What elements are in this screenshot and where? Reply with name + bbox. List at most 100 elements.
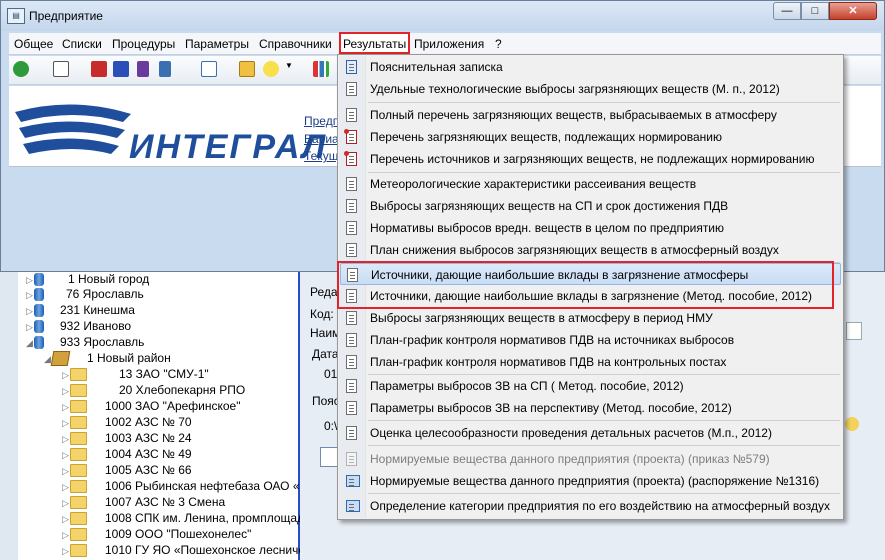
document-icon xyxy=(346,355,357,369)
menu-item-meteorological[interactable]: Метеорологические характеристики рассеив… xyxy=(340,173,841,195)
tree-node[interactable]: ▷ 1008 СПК им. Ленина, промплощад xyxy=(62,511,304,526)
tree-node[interactable]: ▷ 1005 АЗС № 66 xyxy=(62,463,192,478)
menu-item-emission-norms[interactable]: Нормативы выбросов вредн. веществ в цело… xyxy=(340,217,841,239)
document-icon xyxy=(346,426,357,440)
menu-item-reduction-plan[interactable]: План снижения выбросов загрязняющих веще… xyxy=(340,239,841,261)
house-icon[interactable] xyxy=(113,61,129,77)
menu-help[interactable]: ? xyxy=(495,37,502,51)
word-icon xyxy=(346,60,357,74)
menu-separator xyxy=(368,102,840,103)
menu-lists[interactable]: Списки xyxy=(62,37,102,51)
document-red-icon xyxy=(344,151,357,166)
tree-node[interactable]: ◢ 933 Ярославль xyxy=(26,335,144,350)
menu-references[interactable]: Справочники xyxy=(259,37,332,51)
tree-node[interactable]: ▷ 1010 ГУ ЯО «Пошехонское лесниче xyxy=(62,543,305,558)
menu-results[interactable]: Результаты xyxy=(339,32,411,54)
folder-icon xyxy=(70,416,87,430)
tree-node[interactable]: ▷ 1002 АЗС № 70 xyxy=(62,415,192,430)
menu-general[interactable]: Общее xyxy=(14,37,53,51)
logo-swoosh-icon xyxy=(15,104,131,154)
menu-item-detailed-calc-assessment[interactable]: Оценка целесообразности проведения детал… xyxy=(340,422,841,444)
database-icon xyxy=(34,304,44,318)
tree-panel: ▷ 1 Новый город ▷ 76 Ярославль ▷ 231 Кинешм… xyxy=(18,272,306,560)
path-value: 0:\ xyxy=(324,419,338,433)
folder-icon xyxy=(70,384,87,398)
edit-label: Реда xyxy=(310,285,338,299)
window-icon[interactable] xyxy=(239,61,255,77)
menu-item-params-future[interactable]: Параметры выбросов ЗВ на перспективу (Ме… xyxy=(340,397,841,419)
tree-node[interactable]: ▷ 1006 Рыбинская нефтебаза ОАО «Г xyxy=(62,479,306,494)
document-icon xyxy=(346,379,357,393)
name-label: Наим xyxy=(310,326,341,340)
menu-item-emissions-sp[interactable]: Выбросы загрязняющих веществ на СП и сро… xyxy=(340,195,841,217)
app-icon: ▤ xyxy=(7,8,25,24)
people-icon[interactable] xyxy=(845,417,859,431)
menu-bar: Общее Списки Процедуры Параметры Справоч… xyxy=(9,32,881,55)
chevron-down-icon[interactable]: ▼ xyxy=(285,61,293,77)
tree-node[interactable]: ◢ 1 Новый район xyxy=(44,351,171,367)
database-icon xyxy=(34,320,44,334)
lightbulb-icon[interactable] xyxy=(263,61,279,77)
folder-icon xyxy=(70,480,87,494)
menu-item-specific-emissions[interactable]: Удельные технологические выбросы загрязн… xyxy=(340,78,841,100)
menu-procedures[interactable]: Процедуры xyxy=(112,37,175,51)
menu-item-nmu-emissions[interactable]: Выбросы загрязняющих веществ в атмосферу… xyxy=(340,307,841,329)
tree-node[interactable]: ▷ 932 Иваново xyxy=(26,319,131,334)
document-icon xyxy=(346,333,357,347)
note-label: Пояс xyxy=(312,394,340,408)
district-icon xyxy=(50,351,71,367)
tree-node[interactable]: ▷ 1009 ООО "Пошехонелес" xyxy=(62,527,251,542)
document-icon xyxy=(346,452,357,466)
tree-node[interactable]: ▷ 1007 АЗС № 3 Смена xyxy=(62,495,225,510)
folder-icon xyxy=(70,368,87,382)
tree-node[interactable]: ▷ 1004 АЗС № 49 xyxy=(62,447,192,462)
window-title: Предприятие xyxy=(29,9,103,23)
close-button[interactable]: ✕ xyxy=(829,2,877,20)
clock-icon[interactable] xyxy=(53,61,69,77)
banner-link-current[interactable]: Текущ xyxy=(304,149,339,163)
code-label: Код: xyxy=(310,307,334,321)
back-icon[interactable] xyxy=(13,61,29,77)
tree-icon[interactable] xyxy=(201,61,217,77)
menu-item-explanatory-note[interactable]: Пояснительная записка xyxy=(340,56,841,78)
folder-icon xyxy=(70,496,87,510)
minimize-button[interactable]: — xyxy=(773,2,801,20)
sheet-icon xyxy=(346,475,360,487)
chart-icon[interactable] xyxy=(313,61,329,77)
folder-icon xyxy=(70,512,87,526)
tree-node[interactable]: ▷ 1 Новый город xyxy=(26,272,149,287)
folder-icon xyxy=(70,448,87,462)
menu-applications[interactable]: Приложения xyxy=(414,37,484,51)
tree-node[interactable]: ▷ 20 Хлебопекарня РПО xyxy=(62,383,245,398)
document-icon xyxy=(346,243,357,257)
pin-icon[interactable] xyxy=(159,61,171,77)
tree-node[interactable]: ▷ 76 Ярославль xyxy=(26,287,144,302)
name-field[interactable] xyxy=(846,322,862,340)
title-bar: ▤ Предприятие — □ ✕ xyxy=(1,1,884,31)
maximize-button[interactable]: □ xyxy=(801,2,829,20)
document-icon xyxy=(346,311,357,325)
filter-icon[interactable] xyxy=(137,61,149,77)
tree-node[interactable]: ▷ 1003 АЗС № 24 xyxy=(62,431,192,446)
menu-item-regulated-pollutants[interactable]: Перечень загрязняющих веществ, подлежащи… xyxy=(340,126,841,148)
tree-node[interactable]: ▷ 13 ЗАО "СМУ-1" xyxy=(62,367,209,382)
menu-separator xyxy=(368,493,840,494)
folder-icon xyxy=(70,432,87,446)
date-value: 01 xyxy=(324,367,338,381)
menu-item-params-sp[interactable]: Параметры выбросов ЗВ на СП ( Метод. пос… xyxy=(340,375,841,397)
database-icon xyxy=(34,336,44,350)
date-label: Дата xyxy=(312,347,339,361)
menu-parameters[interactable]: Параметры xyxy=(185,37,249,51)
menu-item-full-pollutant-list[interactable]: Полный перечень загрязняющих веществ, вы… xyxy=(340,104,841,126)
source-icon[interactable] xyxy=(91,61,107,77)
document-icon xyxy=(346,108,357,122)
menu-item-control-schedule-sources[interactable]: План-график контроля нормативов ПДВ на и… xyxy=(340,329,841,351)
document-red-icon xyxy=(344,129,357,144)
folder-icon xyxy=(70,464,87,478)
menu-item-unregulated-sources[interactable]: Перечень источников и загрязняющих вещес… xyxy=(340,148,841,170)
tree-node[interactable]: ▷ 231 Кинешма xyxy=(26,303,135,318)
tree-node[interactable]: ▷ 1000 ЗАО "Арефинское" xyxy=(62,399,241,414)
menu-item-enterprise-category[interactable]: Определение категории предприятия по его… xyxy=(340,495,841,517)
menu-item-regulated-substances-1316[interactable]: Нормируемые вещества данного предприятия… xyxy=(340,470,841,492)
menu-item-control-schedule-posts[interactable]: План-график контроля нормативов ПДВ на к… xyxy=(340,351,841,373)
